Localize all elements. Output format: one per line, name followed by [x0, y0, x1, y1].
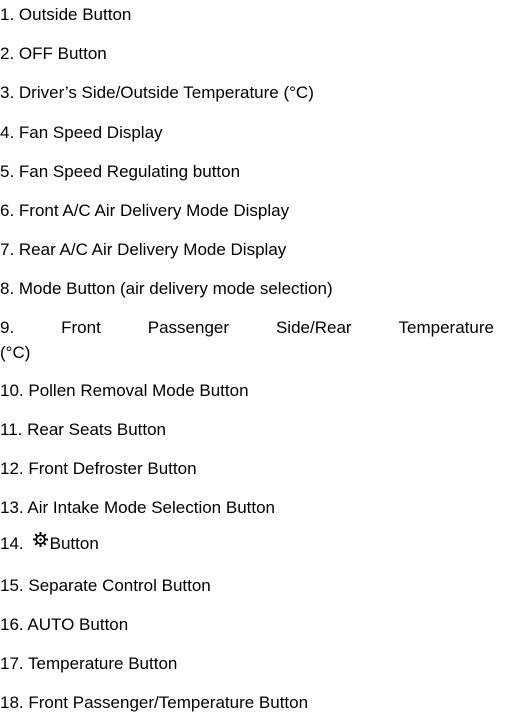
- item-label: Button: [49, 534, 99, 553]
- list-item: 15. Separate Control Button: [0, 576, 211, 595]
- list-item: 16. AUTO Button: [0, 615, 129, 634]
- list-item: 18. Front Passenger/Temperature Button: [0, 693, 309, 712]
- list-item: 8. Mode Button (air delivery mode select…: [0, 279, 333, 298]
- list-item-wrapped: 9. Front Passenger Side/Rear Temperature…: [0, 318, 505, 363]
- list-item: 13. Air Intake Mode Selection Button: [0, 498, 276, 517]
- item-word: Side/Rear: [275, 318, 352, 337]
- item-word: Passenger: [147, 318, 230, 337]
- list-item: 2. OFF Button: [0, 44, 107, 63]
- fan-icon: [32, 531, 49, 548]
- item-number: 14.: [0, 534, 24, 553]
- list-item: 4. Fan Speed Display: [0, 123, 163, 142]
- list-item: 11. Rear Seats Button: [0, 420, 167, 439]
- list-item: 3. Driver’s Side/Outside Temperature (°C…: [0, 83, 314, 102]
- legend-list: 1. Outside Button 2. OFF Button 3. Drive…: [0, 0, 505, 724]
- list-item: 12. Front Defroster Button: [0, 459, 197, 478]
- item-word: Temperature: [398, 318, 494, 337]
- list-item-line-2: (°C): [0, 343, 31, 362]
- item-word: Front: [61, 318, 101, 337]
- list-item-line-1: 9. Front Passenger Side/Rear Temperature: [0, 318, 494, 338]
- list-item: 1. Outside Button: [0, 5, 132, 24]
- item-word: 9.: [0, 318, 15, 337]
- list-item: 7. Rear A/C Air Delivery Mode Display: [0, 240, 287, 259]
- list-item: 10. Pollen Removal Mode Button: [0, 381, 249, 400]
- list-item: 5. Fan Speed Regulating button: [0, 162, 241, 181]
- list-item: 6. Front A/C Air Delivery Mode Display: [0, 201, 290, 220]
- list-item: 17. Temperature Button: [0, 654, 178, 673]
- list-item-with-icon: 14. Button: [0, 531, 505, 554]
